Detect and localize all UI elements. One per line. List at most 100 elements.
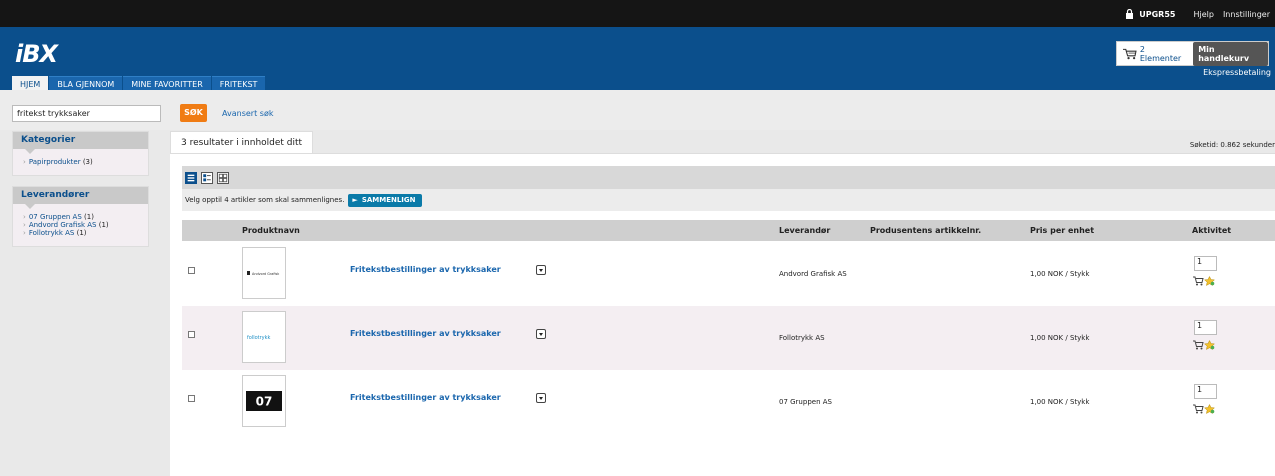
tab-freetext[interactable]: FRITEKST bbox=[211, 76, 266, 90]
add-to-cart-icon[interactable] bbox=[1193, 340, 1204, 350]
lock-icon bbox=[1126, 9, 1134, 19]
supplier-label[interactable]: Andvord Grafisk AS bbox=[29, 221, 97, 229]
chevron-right-icon: › bbox=[23, 158, 26, 166]
supplier-label[interactable]: 07 Gruppen AS bbox=[29, 213, 82, 221]
search-row: fritekst trykksaker SØK Avansert søk bbox=[0, 90, 1275, 130]
table-row: follotrykk Fritekstbestillinger av trykk… bbox=[182, 306, 1275, 370]
chevron-right-icon: › bbox=[23, 229, 26, 237]
andvord-logo: Andvord Grafisk bbox=[247, 271, 279, 276]
search-button[interactable]: SØK bbox=[180, 104, 207, 122]
dropdown-icon[interactable] bbox=[536, 329, 546, 339]
results-tab[interactable]: 3 resultater i innholdet ditt bbox=[170, 131, 314, 153]
col-activity: Aktivitet bbox=[1192, 226, 1232, 235]
tab-home[interactable]: HJEM bbox=[12, 76, 49, 90]
compare-checkbox[interactable] bbox=[188, 331, 195, 338]
supplier-item[interactable]: › 07 Gruppen AS (1) bbox=[23, 213, 148, 221]
product-image[interactable]: 07 bbox=[242, 375, 286, 427]
compare-checkbox[interactable] bbox=[188, 267, 195, 274]
categories-box: Kategorier › Papirprodukter (3) bbox=[12, 131, 149, 176]
results-panel: Velg opptil 4 artikler som skal sammenli… bbox=[170, 153, 1275, 476]
product-name-link[interactable]: Fritekstbestillinger av trykksaker bbox=[350, 265, 501, 274]
compare-button[interactable]: ► SAMMENLIGN bbox=[348, 193, 422, 207]
header: iBX HJEM BLA GJENNOM MINE FAVORITTER FRI… bbox=[0, 27, 1275, 90]
suppliers-box: Leverandører › 07 Gruppen AS (1) › Andvord… bbox=[12, 186, 149, 247]
search-input[interactable]: fritekst trykksaker bbox=[12, 105, 161, 122]
help-link[interactable]: Hjelp bbox=[1193, 10, 1213, 19]
supplier-label[interactable]: Follotrykk AS bbox=[29, 229, 75, 237]
grid-view-icon[interactable] bbox=[217, 171, 229, 184]
favorite-star-icon[interactable] bbox=[1204, 340, 1215, 350]
table-row: Andvord Grafisk Fritekstbestillinger av … bbox=[182, 242, 1275, 306]
col-manufacturer-part-no[interactable]: Produsentens artikkelnr. bbox=[870, 226, 981, 235]
compare-button-label: SAMMENLIGN bbox=[361, 195, 416, 204]
supplier-count: (1) bbox=[98, 221, 109, 229]
col-supplier[interactable]: Leverandør bbox=[779, 226, 830, 235]
chevron-right-icon: › bbox=[23, 213, 26, 221]
category-label[interactable]: Papirprodukter bbox=[29, 158, 81, 166]
list-view-icon[interactable] bbox=[185, 171, 197, 184]
supplier-count: (1) bbox=[84, 213, 94, 221]
col-product-name[interactable]: Produktnavn bbox=[242, 226, 300, 235]
compare-bar: Velg opptil 4 artikler som skal sammenli… bbox=[182, 189, 1275, 211]
andvord-logo-text: Andvord Grafisk bbox=[252, 272, 279, 276]
product-image[interactable]: follotrykk bbox=[242, 311, 286, 363]
07-logo-text: 07 bbox=[256, 395, 273, 409]
row-actions bbox=[1193, 276, 1215, 286]
07-gruppen-logo: 07 bbox=[246, 391, 282, 411]
suppliers-title: Leverandører bbox=[13, 187, 148, 209]
price-cell: 1,00 NOK / Stykk bbox=[1030, 334, 1090, 342]
main-nav-tabs: HJEM BLA GJENNOM MINE FAVORITTER FRITEKS… bbox=[12, 76, 266, 90]
price-cell: 1,00 NOK / Stykk bbox=[1030, 270, 1090, 278]
tab-favorites[interactable]: MINE FAVORITTER bbox=[123, 76, 211, 90]
my-cart-button[interactable]: Min handlekurv bbox=[1193, 41, 1268, 66]
favorite-star-icon[interactable] bbox=[1204, 404, 1215, 414]
product-name-link[interactable]: Fritekstbestillinger av trykksaker bbox=[350, 329, 501, 338]
price-cell: 1,00 NOK / Stykk bbox=[1030, 398, 1090, 406]
product-image[interactable]: Andvord Grafisk bbox=[242, 247, 286, 299]
advanced-search-link[interactable]: Avansert søk bbox=[222, 109, 273, 118]
product-name-link[interactable]: Fritekstbestillinger av trykksaker bbox=[350, 393, 501, 402]
supplier-cell: 07 Gruppen AS bbox=[779, 398, 832, 406]
supplier-cell: Andvord Grafisk AS bbox=[779, 270, 847, 278]
add-to-cart-icon[interactable] bbox=[1193, 404, 1204, 414]
row-actions bbox=[1193, 404, 1215, 414]
username[interactable]: UPGR55 bbox=[1139, 10, 1175, 19]
ibx-logo[interactable]: iBX bbox=[15, 40, 58, 68]
follotrykk-logo-text: follotrykk bbox=[247, 335, 271, 341]
supplier-cell: Follotrykk AS bbox=[779, 334, 825, 342]
settings-link[interactable]: Innstillinger bbox=[1223, 10, 1270, 19]
row-actions bbox=[1193, 340, 1215, 350]
category-item[interactable]: › Papirprodukter (3) bbox=[23, 158, 148, 166]
col-unit-price[interactable]: Pris per enhet bbox=[1030, 226, 1094, 235]
top-bar: UPGR55 Hjelp Innstillinger bbox=[0, 0, 1275, 27]
view-toolbar bbox=[182, 166, 1275, 189]
favorite-star-icon[interactable] bbox=[1204, 276, 1215, 286]
supplier-item[interactable]: › Follotrykk AS (1) bbox=[23, 229, 148, 237]
dropdown-icon[interactable] bbox=[536, 265, 546, 275]
follotrykk-logo: follotrykk bbox=[247, 335, 271, 341]
supplier-item[interactable]: › Andvord Grafisk AS (1) bbox=[23, 221, 148, 229]
dropdown-icon[interactable] bbox=[536, 393, 546, 403]
compare-checkbox[interactable] bbox=[188, 395, 195, 402]
categories-title: Kategorier bbox=[13, 132, 148, 154]
tab-browse[interactable]: BLA GJENNOM bbox=[49, 76, 123, 90]
quantity-input[interactable]: 1 bbox=[1194, 256, 1217, 271]
quantity-input[interactable]: 1 bbox=[1194, 320, 1217, 335]
chevron-right-icon: › bbox=[23, 221, 26, 229]
detail-view-icon[interactable] bbox=[201, 171, 213, 184]
search-time: Søketid: 0.862 sekunder bbox=[1189, 141, 1275, 149]
cart-box: 2 Elementer Min handlekurv bbox=[1116, 41, 1269, 66]
table-row: 07 Fritekstbestillinger av trykksaker 07… bbox=[182, 370, 1275, 434]
top-bar-user-area: UPGR55 Hjelp Innstillinger bbox=[1125, 9, 1270, 19]
play-icon: ► bbox=[352, 195, 358, 204]
supplier-count: (1) bbox=[76, 229, 87, 237]
express-checkout-link[interactable]: Ekspressbetaling bbox=[1203, 68, 1271, 77]
compare-text: Velg opptil 4 artikler som skal sammenli… bbox=[185, 196, 345, 204]
cart-count[interactable]: 2 Elementer bbox=[1140, 45, 1185, 63]
table-header: Produktnavn Leverandør Produsentens arti… bbox=[182, 220, 1275, 241]
suppliers-list: › 07 Gruppen AS (1) › Andvord Grafisk AS (… bbox=[13, 204, 148, 246]
shopping-cart-icon[interactable] bbox=[1123, 48, 1137, 60]
add-to-cart-icon[interactable] bbox=[1193, 276, 1204, 286]
results-area: 3 resultater i innholdet ditt Søketid: 0… bbox=[170, 131, 1275, 476]
quantity-input[interactable]: 1 bbox=[1194, 384, 1217, 399]
